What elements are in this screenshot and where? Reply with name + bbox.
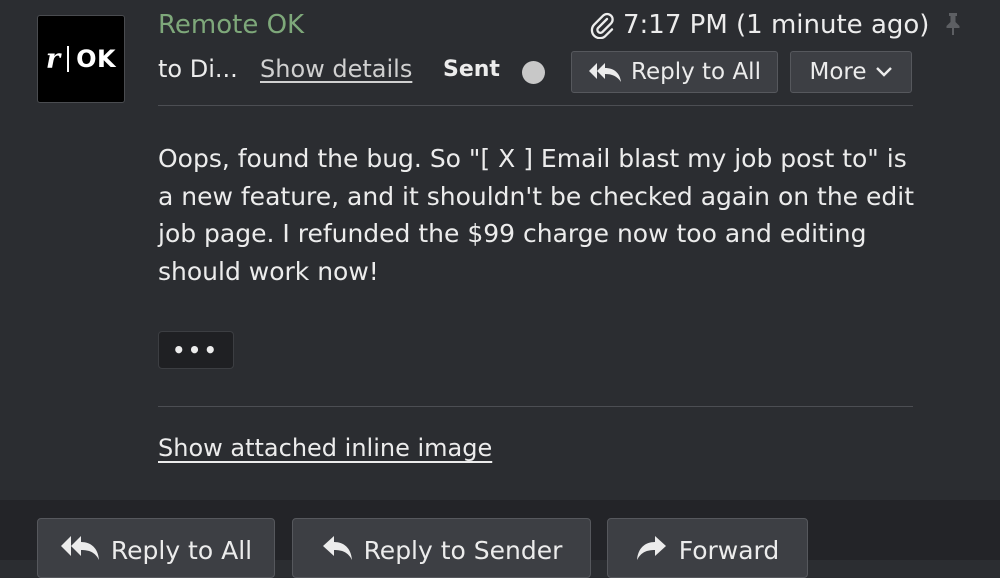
- show-details-link[interactable]: Show details: [260, 55, 412, 83]
- email-message: r OK Remote OK 7:17 PM (1 minute ago) to…: [0, 0, 1000, 500]
- reply-all-icon: [589, 63, 622, 82]
- show-inline-image-link[interactable]: Show attached inline image: [158, 434, 492, 462]
- reply-to-sender-label: Reply to Sender: [363, 536, 563, 565]
- message-body: Oops, found the bug. So "[ X ] Email bla…: [158, 144, 915, 286]
- remote-ok-logo: r OK: [45, 43, 117, 75]
- header-divider: [158, 105, 913, 106]
- status-dot: [522, 61, 545, 84]
- reply-to-sender-button[interactable]: Reply to Sender: [292, 518, 591, 578]
- forward-button[interactable]: Forward: [607, 518, 808, 578]
- recipient-line: to Di...: [158, 55, 238, 83]
- forward-label: Forward: [678, 536, 780, 565]
- reply-all-button[interactable]: Reply to All: [571, 51, 778, 93]
- reply-footer: Reply to All Reply to Sender Forward: [0, 500, 1000, 578]
- forward-icon: [636, 536, 666, 560]
- pin-icon[interactable]: [942, 11, 964, 37]
- show-quoted-text-button[interactable]: •••: [158, 331, 234, 369]
- more-label: More: [809, 59, 867, 85]
- body-divider: [158, 406, 913, 407]
- timestamp-text: 7:17 PM (1 minute ago): [623, 10, 930, 40]
- footer-reply-all-label: Reply to All: [110, 536, 253, 565]
- paperclip-icon: [590, 12, 614, 39]
- chevron-down-icon: [875, 67, 892, 77]
- reply-all-icon: [60, 536, 99, 560]
- status-label: Sent: [443, 57, 500, 82]
- timestamp: 7:17 PM (1 minute ago): [588, 10, 929, 40]
- footer-reply-all-button[interactable]: Reply to All: [37, 518, 275, 578]
- sender-name[interactable]: Remote OK: [158, 10, 304, 40]
- more-button[interactable]: More: [790, 51, 912, 93]
- sender-avatar: r OK: [37, 15, 125, 103]
- reply-all-label: Reply to All: [631, 59, 761, 85]
- reply-icon: [322, 536, 352, 560]
